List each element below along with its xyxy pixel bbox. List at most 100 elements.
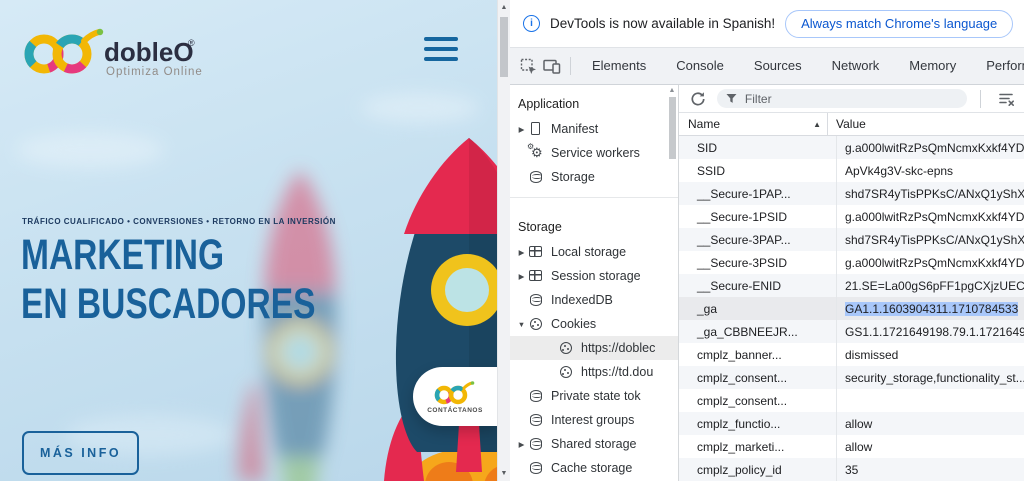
sidebar-item[interactable]: Cache storage: [510, 456, 678, 480]
cookie-value-cell[interactable]: dismissed: [837, 343, 1024, 366]
cookie-value-cell[interactable]: security_storage,functionality_st...: [837, 366, 1024, 389]
cookie-row[interactable]: cmplz_functio... allow: [679, 412, 1024, 435]
cookie-value-cell[interactable]: GS1.1.1721649198.79.1.1721649...: [837, 320, 1024, 343]
cookie-value-cell[interactable]: g.a000lwitRzPsQmNcmxKxkf4YD...: [837, 136, 1024, 159]
cookie-value-cell[interactable]: allow: [837, 412, 1024, 435]
refresh-icon[interactable]: [686, 87, 710, 111]
sidebar-item[interactable]: Manifest: [510, 117, 678, 141]
cookie-row[interactable]: _ga_CBBNEEJR... GS1.1.1721649198.79.1.17…: [679, 320, 1024, 343]
sidebar-item[interactable]: https://doblec: [510, 336, 678, 360]
sidebar-item[interactable]: Storage: [510, 165, 678, 189]
page-scrollbar[interactable]: ▲ ▼: [497, 0, 510, 481]
sidebar-item-label: https://td.dou: [581, 365, 653, 379]
hamburger-menu-icon[interactable]: [424, 37, 458, 61]
cookie-name-cell[interactable]: _ga: [679, 297, 837, 320]
inspect-element-icon[interactable]: [516, 54, 540, 78]
registered-mark: ®: [188, 38, 195, 48]
cookie-row[interactable]: cmplz_policy_id 35: [679, 458, 1024, 481]
scroll-up-icon[interactable]: ▲: [667, 87, 677, 94]
filter-input[interactable]: [743, 91, 958, 107]
device-toolbar-icon[interactable]: [540, 54, 564, 78]
cookie-value-cell[interactable]: g.a000lwitRzPsQmNcmxKxkf4YD...: [837, 251, 1024, 274]
application-sidebar: Application Manifest Service work: [510, 85, 679, 481]
cookie-name-cell[interactable]: __Secure-1PAP...: [679, 182, 837, 205]
toolbar-separator: [980, 90, 981, 108]
devtools-tab[interactable]: Sources: [739, 48, 817, 84]
devtools-tab[interactable]: Network: [817, 48, 895, 84]
sidebar-item[interactable]: Service workers: [510, 141, 678, 165]
sidebar-scrollbar[interactable]: ▲: [667, 87, 677, 159]
mas-info-button[interactable]: MÁS INFO: [22, 431, 139, 475]
scrollbar-thumb[interactable]: [669, 97, 676, 159]
devtools-tab[interactable]: Performance: [971, 48, 1024, 84]
cookie-name-cell[interactable]: __Secure-3PSID: [679, 251, 837, 274]
sidebar-section-application: Application Manifest Service work: [510, 87, 678, 198]
dobleo-logo[interactable]: dobleO ® Optimiza Online: [18, 22, 236, 80]
cookie-name-cell[interactable]: cmplz_functio...: [679, 412, 837, 435]
cookie-value-cell[interactable]: [837, 389, 1024, 412]
cookie-value-cell[interactable]: 35: [837, 458, 1024, 481]
sidebar-section-title: Application: [510, 87, 678, 117]
cookie-row[interactable]: __Secure-3PSID g.a000lwitRzPsQmNcmxKxkf4…: [679, 251, 1024, 274]
cookie-filter[interactable]: [717, 89, 967, 108]
devtools-tab[interactable]: Elements: [577, 48, 661, 84]
disclosure-arrow-icon[interactable]: [515, 248, 528, 257]
cookie-value-cell[interactable]: shd7SR4yTisPPKsC/ANxQ1yShX...: [837, 228, 1024, 251]
cookie-name-cell[interactable]: SSID: [679, 159, 837, 182]
disclosure-arrow-icon[interactable]: [515, 320, 528, 329]
cookie-name-cell[interactable]: _ga_CBBNEEJR...: [679, 320, 837, 343]
devtools-tab[interactable]: Memory: [894, 48, 971, 84]
disclosure-arrow-icon[interactable]: [515, 125, 528, 134]
sidebar-item[interactable]: Interest groups: [510, 408, 678, 432]
cache-storage-icon: [528, 460, 544, 476]
cookie-row[interactable]: SID g.a000lwitRzPsQmNcmxKxkf4YD...: [679, 136, 1024, 159]
cookie-name-cell[interactable]: cmplz_policy_id: [679, 458, 837, 481]
cookie-row[interactable]: cmplz_marketi... allow: [679, 435, 1024, 458]
scrollbar-thumb[interactable]: [500, 17, 508, 77]
cookie-name-cell[interactable]: cmplz_consent...: [679, 389, 837, 412]
clear-all-cookies-icon[interactable]: [994, 87, 1018, 111]
devtools-tab[interactable]: Console: [661, 48, 739, 84]
cookie-row[interactable]: cmplz_consent... security_storage,functi…: [679, 366, 1024, 389]
sidebar-item[interactable]: https://td.dou: [510, 360, 678, 384]
match-language-button[interactable]: Always match Chrome's language: [785, 10, 1013, 38]
cookie-row[interactable]: __Secure-3PAP... shd7SR4yTisPPKsC/ANxQ1y…: [679, 228, 1024, 251]
sort-ascending-icon: ▲: [813, 120, 821, 129]
column-header-value[interactable]: Value: [828, 113, 1024, 135]
cookies-table: Name ▲ Value SID g.a000lwitRzPsQmNcmxKxk…: [679, 113, 1024, 481]
cookie-name-cell[interactable]: cmplz_marketi...: [679, 435, 837, 458]
contact-widget[interactable]: CONTÁCTANOS: [413, 367, 497, 426]
cookie-value-cell[interactable]: ApVk4g3V-skc-epns: [837, 159, 1024, 182]
cookie-row[interactable]: __Secure-1PSID g.a000lwitRzPsQmNcmxKxkf4…: [679, 205, 1024, 228]
sidebar-item[interactable]: IndexedDB: [510, 288, 678, 312]
cookie-name-cell[interactable]: cmplz_banner...: [679, 343, 837, 366]
cookie-value-cell[interactable]: shd7SR4yTisPPKsC/ANxQ1yShX...: [837, 182, 1024, 205]
scroll-up-icon[interactable]: ▲: [498, 4, 510, 11]
cookie-value-cell[interactable]: g.a000lwitRzPsQmNcmxKxkf4YD...: [837, 205, 1024, 228]
cookie-name-cell[interactable]: SID: [679, 136, 837, 159]
cookie-row[interactable]: SSID ApVk4g3V-skc-epns: [679, 159, 1024, 182]
cookie-name-cell[interactable]: __Secure-1PSID: [679, 205, 837, 228]
cookie-name-cell[interactable]: cmplz_consent...: [679, 366, 837, 389]
sidebar-item[interactable]: Private state tok: [510, 384, 678, 408]
scroll-down-icon[interactable]: ▼: [498, 470, 510, 477]
sidebar-item[interactable]: Session storage: [510, 264, 678, 288]
cookie-value-cell[interactable]: allow: [837, 435, 1024, 458]
sidebar-item[interactable]: Shared storage: [510, 432, 678, 456]
cookie-row[interactable]: cmplz_consent...: [679, 389, 1024, 412]
application-panel: Application Manifest Service work: [510, 85, 1024, 481]
cookie-name-cell[interactable]: __Secure-3PAP...: [679, 228, 837, 251]
disclosure-arrow-icon[interactable]: [515, 440, 528, 449]
disclosure-arrow-icon[interactable]: [515, 272, 528, 281]
cookie-value-cell[interactable]: 21.SE=La00gS6pFF1pgCXjzUECZ...: [837, 274, 1024, 297]
cookie-row[interactable]: _ga GA1.1.1603904311.1710784533: [679, 297, 1024, 320]
cookie-name-cell[interactable]: __Secure-ENID: [679, 274, 837, 297]
cookie-row[interactable]: cmplz_banner... dismissed: [679, 343, 1024, 366]
cookie-value-cell[interactable]: GA1.1.1603904311.1710784533: [837, 297, 1024, 320]
column-header-name[interactable]: Name ▲: [679, 113, 828, 135]
cookie-row[interactable]: __Secure-1PAP... shd7SR4yTisPPKsC/ANxQ1y…: [679, 182, 1024, 205]
cookies-toolbar: [679, 85, 1024, 113]
sidebar-item[interactable]: Cookies: [510, 312, 678, 336]
sidebar-item[interactable]: Local storage: [510, 240, 678, 264]
cookie-row[interactable]: __Secure-ENID 21.SE=La00gS6pFF1pgCXjzUEC…: [679, 274, 1024, 297]
